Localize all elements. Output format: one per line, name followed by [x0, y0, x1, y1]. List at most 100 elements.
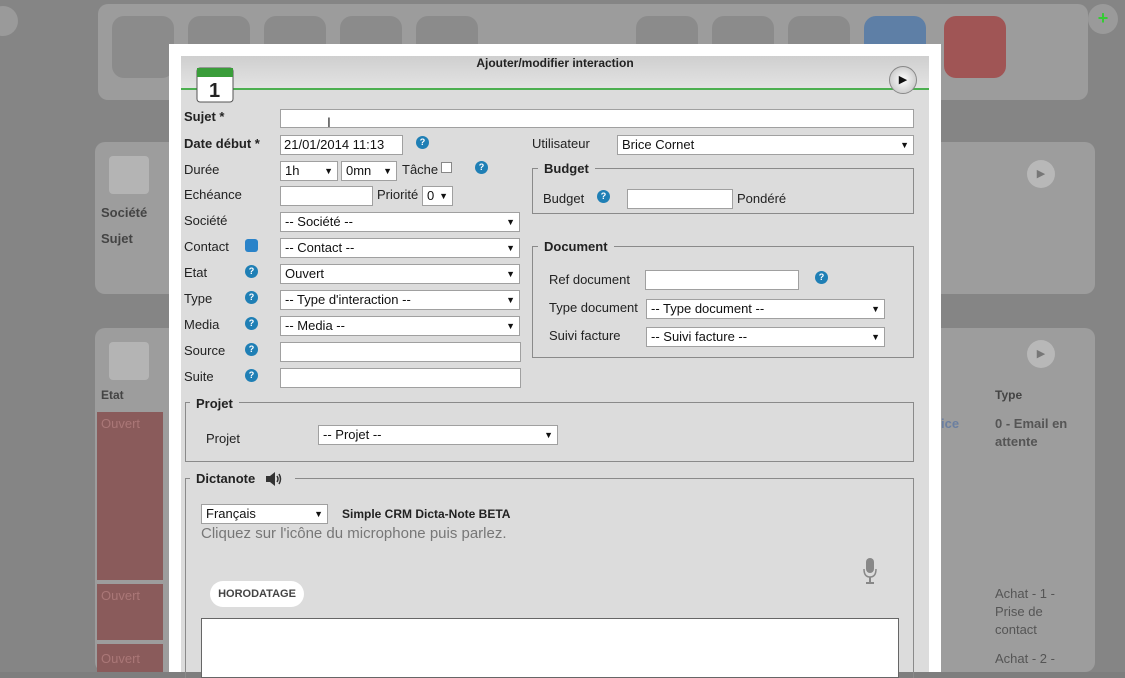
chevron-down-icon: ▼: [871, 332, 880, 342]
projet-label: Projet: [206, 431, 240, 446]
type-select[interactable]: -- Type d'interaction -- ▼: [280, 290, 520, 310]
help-icon[interactable]: ?: [245, 265, 258, 278]
etat-select[interactable]: Ouvert ▼: [280, 264, 520, 284]
bg-sujet-label: Sujet: [101, 231, 133, 246]
play-icon[interactable]: ▶: [1027, 340, 1055, 368]
dictanote-textarea[interactable]: [201, 618, 899, 678]
duree-hours-select[interactable]: 1h ▼: [280, 161, 338, 181]
play-icon[interactable]: ▶: [889, 66, 917, 94]
chevron-down-icon: ▼: [506, 321, 515, 331]
societe-value: -- Société --: [285, 214, 353, 229]
bg-col-type[interactable]: Type: [995, 388, 1022, 402]
dialog-title: Ajouter/modifier interaction: [476, 56, 634, 70]
bg-ice-text: ice: [941, 416, 960, 431]
bg-row-type: Achat - 2 -: [995, 651, 1055, 666]
chevron-down-icon: ▼: [439, 191, 448, 201]
chevron-down-icon: ▼: [900, 140, 909, 150]
chevron-down-icon: ▼: [506, 217, 515, 227]
projet-value: -- Projet --: [323, 427, 382, 442]
chevron-down-icon: ▼: [324, 166, 333, 176]
help-icon[interactable]: ?: [597, 190, 610, 203]
bg-row-etat: Ouvert: [101, 416, 141, 431]
bg-societe-label: Société: [101, 205, 148, 220]
date-debut-input[interactable]: 21/01/2014 11:13: [280, 135, 403, 155]
help-icon[interactable]: ?: [815, 271, 828, 284]
contact-person-icon[interactable]: [245, 239, 258, 252]
sujet-input[interactable]: [280, 109, 914, 128]
ref-document-input[interactable]: [645, 270, 799, 290]
chevron-down-icon: ▼: [314, 509, 323, 519]
budget-input[interactable]: [627, 189, 733, 209]
help-icon[interactable]: ?: [245, 369, 258, 382]
language-value: Français: [206, 506, 256, 521]
type-label: Type: [184, 291, 213, 306]
priorite-label: Priorité: [377, 187, 419, 202]
media-value: -- Media --: [285, 318, 345, 333]
text-cursor-icon: I: [327, 114, 331, 130]
societe-select[interactable]: -- Société -- ▼: [280, 212, 520, 232]
play-icon[interactable]: ▶: [1027, 160, 1055, 188]
priorite-value: 0: [427, 188, 435, 203]
bg-row-type: Achat - 1 - Prise de contact: [995, 586, 1055, 637]
suivi-facture-value: -- Suivi facture --: [651, 329, 748, 344]
bg-row-type: 0 - Email en attente: [995, 416, 1068, 449]
suivi-facture-select[interactable]: -- Suivi facture -- ▼: [646, 327, 885, 347]
utilisateur-value: Brice Cornet: [622, 137, 695, 152]
help-icon[interactable]: ?: [475, 161, 488, 174]
suite-input[interactable]: [280, 368, 521, 388]
echeance-label: Echéance: [184, 187, 242, 202]
dictanote-product-label: Simple CRM Dicta-Note BETA: [342, 507, 511, 521]
priorite-select[interactable]: 0 ▼: [422, 186, 453, 206]
duree-minutes-select[interactable]: 0mn ▼: [341, 161, 397, 181]
chevron-down-icon: ▼: [383, 166, 392, 176]
horodatage-button[interactable]: HORODATAGE: [210, 581, 304, 607]
budget-legend: Budget: [538, 161, 595, 176]
calendar-icon: 1: [196, 67, 234, 103]
suite-label: Suite: [184, 369, 214, 384]
pondere-label: Pondéré: [737, 191, 787, 206]
bg-col-etat[interactable]: Etat: [101, 388, 124, 402]
ref-document-label: Ref document: [549, 272, 630, 287]
duree-label: Durée: [184, 162, 220, 177]
contact-select[interactable]: -- Contact -- ▼: [280, 238, 520, 258]
projet-legend: Projet: [190, 396, 239, 411]
type-document-value: -- Type document --: [651, 301, 765, 316]
duree-minutes-value: 0mn: [346, 163, 372, 178]
type-document-select[interactable]: -- Type document -- ▼: [646, 299, 885, 319]
computer-icon[interactable]: [112, 16, 174, 78]
suivi-facture-label: Suivi facture: [549, 328, 621, 343]
type-value: -- Type d'interaction --: [285, 292, 411, 307]
help-icon[interactable]: ?: [416, 136, 429, 149]
help-icon[interactable]: ?: [245, 291, 258, 304]
calendar-icon: [109, 342, 149, 380]
bg-row-etat: Ouvert: [101, 651, 141, 666]
utilisateur-select[interactable]: Brice Cornet ▼: [617, 135, 914, 155]
etat-label: Etat: [184, 265, 208, 280]
source-input[interactable]: [280, 342, 521, 362]
calendar-icon: [109, 156, 149, 194]
power-icon[interactable]: [944, 16, 1006, 78]
type-document-label: Type document: [549, 300, 638, 315]
help-icon[interactable]: ?: [245, 317, 258, 330]
bg-row-red: [97, 412, 163, 580]
svg-text:1: 1: [209, 80, 220, 102]
dialog-body: Ajouter/modifier interaction 1 ▶ Sujet *…: [181, 56, 929, 678]
tache-label: Tâche: [402, 162, 439, 177]
language-select[interactable]: Français ▼: [201, 504, 328, 524]
sujet-label: Sujet *: [184, 109, 225, 124]
tache-checkbox[interactable]: [441, 162, 452, 173]
speaker-icon[interactable]: [265, 472, 283, 486]
dictanote-instruction: Cliquez sur l'icône du microphone puis p…: [201, 525, 507, 542]
chevron-down-icon: ▼: [506, 269, 515, 279]
contact-value: -- Contact --: [285, 240, 355, 255]
add-icon[interactable]: +: [1088, 4, 1118, 34]
chevron-down-icon: ▼: [506, 243, 515, 253]
chevron-down-icon: ▼: [506, 295, 515, 305]
help-icon[interactable]: ?: [245, 343, 258, 356]
projet-select[interactable]: -- Projet -- ▼: [318, 425, 558, 445]
media-select[interactable]: -- Media -- ▼: [280, 316, 520, 336]
echeance-input[interactable]: [280, 186, 373, 206]
etat-value: Ouvert: [285, 266, 325, 281]
contact-label: Contact: [184, 239, 229, 254]
microphone-icon[interactable]: [863, 558, 877, 584]
